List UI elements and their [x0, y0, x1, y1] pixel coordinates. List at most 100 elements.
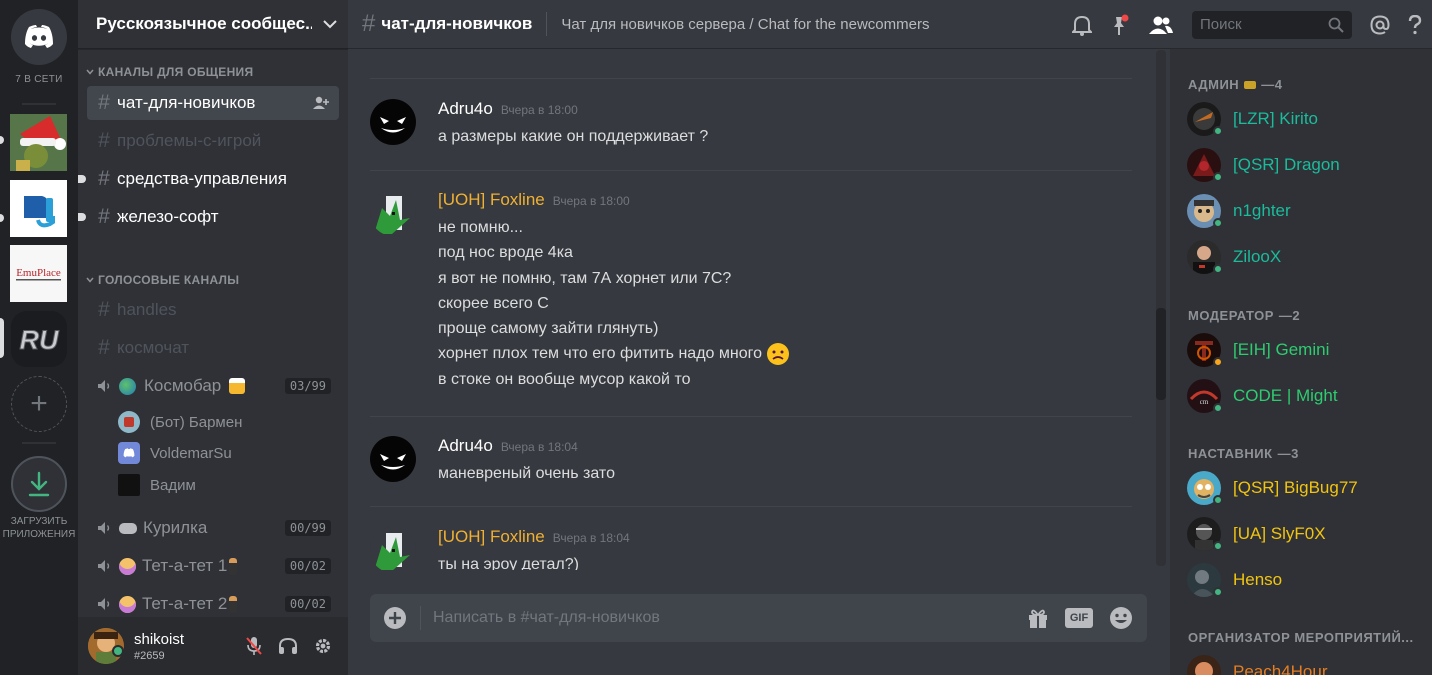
category-text-channels[interactable]: КАНАЛЫ ДЛЯ ОБЩЕНИЯ: [86, 65, 253, 79]
voice-user[interactable]: VoldemarSu: [118, 439, 232, 467]
guild-selected-pill: [0, 318, 4, 358]
member-item[interactable]: [QSR] Dragon: [1187, 147, 1340, 183]
avatar[interactable]: [370, 436, 416, 482]
member-name: n1ghter: [1233, 201, 1291, 220]
frowning-emoji-icon: [767, 343, 789, 366]
adru4o-avatar-image: [370, 99, 416, 145]
category-voice-channels[interactable]: ГОЛОСОВЫЕ КАНАЛЫ: [86, 273, 239, 287]
discord-home-button[interactable]: [11, 9, 67, 65]
guild-christmas[interactable]: [10, 114, 67, 171]
emoji-picker-icon[interactable]: [1109, 606, 1133, 630]
chat-scrollbar[interactable]: [1156, 50, 1166, 566]
server-header[interactable]: Русскоязычное сообщес...: [78, 0, 348, 49]
gif-button[interactable]: GIF: [1065, 608, 1093, 628]
search-placeholder: Поиск: [1200, 16, 1242, 33]
member-name: CODE | Might: [1233, 386, 1338, 405]
mentions-icon[interactable]: [1370, 14, 1390, 35]
chat-scrollbar-thumb[interactable]: [1156, 308, 1166, 400]
member-item[interactable]: cm CODE | Might: [1187, 378, 1338, 414]
gift-icon[interactable]: [1027, 607, 1049, 629]
pinned-messages-icon[interactable]: [1110, 14, 1130, 36]
channel-controls[interactable]: # средства-управления: [78, 162, 339, 196]
channel-topic[interactable]: Чат для новичков сервера / Chat for the …: [561, 16, 929, 33]
role-title: НАСТАВНИК: [1188, 446, 1273, 461]
channel-chat-for-newbies[interactable]: # чат-для-новичков: [87, 86, 339, 120]
channel-label: космочат: [117, 338, 190, 357]
my-username: shikoist: [134, 630, 185, 648]
role-header-event-organizer: ОРГАНИЗАТОР МЕРОПРИЯТИЙ...: [1188, 630, 1414, 645]
download-apps-button[interactable]: [11, 456, 67, 512]
member-item[interactable]: Peach4Hour: [1187, 654, 1328, 675]
settings-gear-icon[interactable]: [314, 637, 332, 655]
online-status-icon: [1213, 495, 1223, 505]
discord-app: 7 В СЕТИ EmuPlace RU + ЗАГРУЗИТЬ ПРИЛОЖЕ…: [0, 0, 1432, 675]
message-author[interactable]: [UOH] Foxline: [438, 527, 545, 547]
microphone-muted-icon[interactable]: [246, 636, 262, 656]
message-line: хорнет плох тем что его фитить надо мног…: [438, 345, 762, 363]
voice-user-name: (Бот) Бармен: [150, 413, 243, 431]
message-line: в стоке он вообще мусор какой то: [438, 370, 691, 388]
message-author[interactable]: Adru4o: [438, 436, 493, 456]
avatar[interactable]: [370, 527, 416, 570]
message-author[interactable]: Adru4o: [438, 99, 493, 119]
search-box[interactable]: Поиск: [1192, 10, 1352, 39]
member-name: Henso: [1233, 570, 1283, 589]
voice-user[interactable]: Вадим: [118, 471, 196, 499]
member-item[interactable]: [UA] SlyF0X: [1187, 516, 1326, 552]
online-status-icon: [1213, 541, 1223, 551]
member-item[interactable]: Henso: [1187, 562, 1282, 598]
message-author[interactable]: [UOH] Foxline: [438, 190, 545, 210]
guild-ru-logo-icon: RU: [11, 311, 67, 367]
message-list: Adru4o Вчера в 18:00 а размеры какие он …: [370, 50, 1140, 570]
download-apps-label: ЗАГРУЗИТЬ ПРИЛОЖЕНИЯ: [0, 515, 78, 541]
server-name: Русскоязычное сообщес...: [96, 14, 312, 33]
download-icon: [28, 471, 50, 497]
channel-cosmochat[interactable]: # космочат: [87, 331, 339, 365]
headphones-icon[interactable]: [278, 637, 298, 655]
message-line: под нос вроде 4ка: [438, 244, 573, 262]
member-name: [QSR] Dragon: [1233, 155, 1340, 174]
voice-channel-tete-a-tete-2[interactable]: Тет-а-тет 2 00/02: [87, 587, 339, 621]
guild-bj[interactable]: [10, 180, 67, 237]
message-input[interactable]: [433, 609, 1027, 627]
member-item[interactable]: ZilooX: [1187, 239, 1281, 275]
guild-emuplace[interactable]: EmuPlace: [10, 245, 67, 302]
channel-hardware-software[interactable]: # железо-софт: [78, 200, 339, 234]
guild-ru-selected[interactable]: RU: [11, 311, 67, 367]
guild-separator: [22, 442, 56, 444]
role-title: МОДЕРАТОР: [1188, 308, 1274, 323]
member-name: [QSR] BigBug77: [1233, 478, 1358, 497]
upload-button[interactable]: [370, 606, 420, 630]
discord-logo-icon: [123, 448, 135, 458]
guild-unread-pill: [0, 214, 4, 222]
help-icon[interactable]: [1408, 14, 1422, 35]
avatar[interactable]: [370, 99, 416, 145]
avatar[interactable]: [370, 190, 416, 236]
voice-user-count: 00/99: [284, 520, 331, 536]
voice-channel-smoking-room[interactable]: Курилка 00/99: [87, 511, 339, 545]
header-divider: [546, 12, 548, 36]
message-line: скорее всего С: [438, 294, 549, 312]
voice-channel-cosmobar[interactable]: Космобар 03/99: [87, 369, 339, 403]
channel-label: handles: [117, 300, 177, 319]
speaker-icon: [98, 380, 110, 392]
member-item[interactable]: [LZR] Kirito: [1187, 101, 1318, 137]
channel-header: # чат-для-новичков Чат для новичков серв…: [348, 0, 1432, 49]
channel-handles[interactable]: # handles: [87, 293, 339, 327]
message-divider: [370, 506, 1132, 507]
member-item[interactable]: [QSR] BigBug77: [1187, 470, 1358, 506]
voice-channel-tete-a-tete-1[interactable]: Тет-а-тет 1 00/02: [87, 549, 339, 583]
member-item[interactable]: n1ghter: [1187, 193, 1291, 229]
member-item[interactable]: [EIH] Gemini: [1187, 332, 1329, 368]
text-channel-icon: #: [98, 298, 110, 321]
text-channel-icon: #: [98, 129, 110, 152]
role-header-moderator: МОДЕРАТОР —2: [1188, 308, 1300, 323]
channel-game-problems[interactable]: # проблемы-с-игрой: [87, 124, 339, 158]
message-timestamp: Вчера в 18:04: [552, 531, 630, 545]
add-member-icon[interactable]: [311, 96, 329, 110]
bell-icon[interactable]: [1072, 14, 1092, 36]
add-server-button[interactable]: +: [11, 376, 67, 432]
member-list-icon[interactable]: [1148, 15, 1174, 35]
voice-user[interactable]: (Бот) Бармен: [118, 408, 242, 436]
guild-list: 7 В СЕТИ EmuPlace RU + ЗАГРУЗИТЬ ПРИЛОЖЕ…: [0, 0, 78, 675]
